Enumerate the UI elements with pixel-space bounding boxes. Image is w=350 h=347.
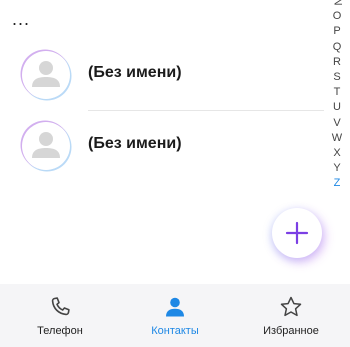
- list-divider: [88, 110, 324, 111]
- index-letter[interactable]: X: [330, 146, 344, 161]
- contacts-icon: [166, 297, 184, 317]
- index-letter[interactable]: S: [330, 70, 344, 85]
- star-icon: [280, 296, 302, 317]
- tab-favorites-label: Избранное: [263, 325, 319, 337]
- bottom-navigation: Телефон Контакты Избранное: [0, 284, 350, 347]
- contact-list-item[interactable]: (Без имени): [0, 47, 322, 103]
- contact-list-item[interactable]: (Без имени): [0, 118, 322, 174]
- index-letter[interactable]: O: [330, 9, 344, 24]
- add-contact-button[interactable]: [272, 208, 322, 258]
- more-options-icon[interactable]: ...: [12, 10, 30, 28]
- contacts-screen: ... (Без имени) (Без имени) N O P Q R S …: [0, 0, 350, 347]
- plus-icon: [285, 221, 309, 245]
- index-letter[interactable]: Q: [330, 40, 344, 55]
- index-letter-active[interactable]: Z: [330, 176, 344, 191]
- tab-favorites[interactable]: Избранное: [236, 284, 346, 347]
- person-placeholder-icon: [32, 132, 60, 158]
- contact-name: (Без имени): [88, 135, 182, 152]
- index-letter[interactable]: W: [330, 131, 344, 146]
- tab-phone-label: Телефон: [37, 325, 83, 337]
- tab-contacts-label: Контакты: [151, 325, 199, 337]
- index-letter[interactable]: V: [330, 116, 344, 131]
- tab-phone[interactable]: Телефон: [5, 284, 115, 347]
- alphabet-index-scrollbar[interactable]: N O P Q R S T U V W X Y Z: [330, 0, 344, 192]
- index-letter[interactable]: T: [330, 85, 344, 100]
- avatar: [22, 122, 70, 170]
- tab-contacts[interactable]: Контакты: [120, 284, 230, 347]
- index-letter[interactable]: R: [330, 55, 344, 70]
- index-letter[interactable]: P: [330, 24, 344, 39]
- person-placeholder-icon: [32, 61, 60, 87]
- index-letter[interactable]: U: [330, 100, 344, 115]
- avatar: [22, 51, 70, 99]
- contact-name: (Без имени): [88, 64, 182, 81]
- phone-icon: [51, 297, 70, 316]
- index-letter[interactable]: N: [329, 0, 344, 9]
- index-letter[interactable]: Y: [330, 161, 344, 176]
